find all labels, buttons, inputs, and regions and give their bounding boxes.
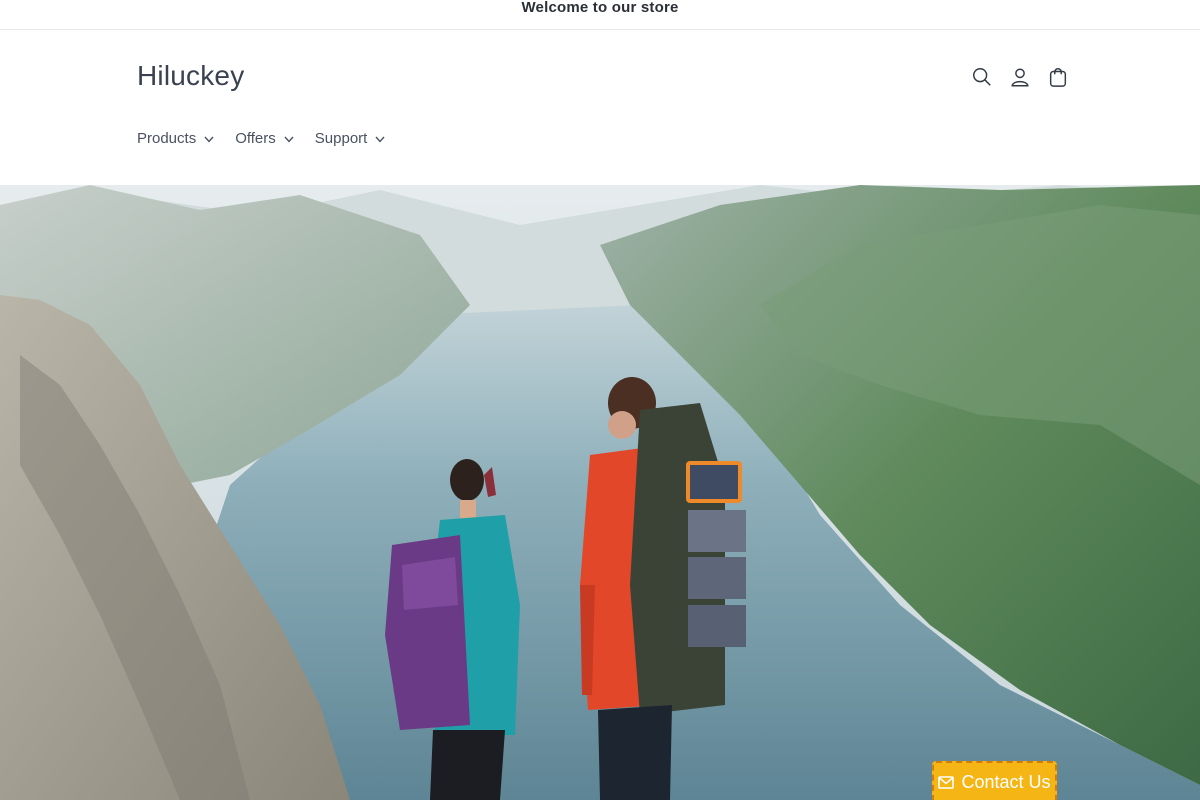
cart-button[interactable] [1046,64,1070,90]
search-icon [973,68,991,86]
chevron-down-icon [375,136,385,143]
chevron-down-icon [204,136,214,143]
header-icons [970,64,1070,90]
search-button[interactable] [970,64,994,90]
nav-item-label: Support [314,130,368,147]
announcement-bar: Welcome to our store [0,0,1200,30]
announcement-text: Welcome to our store [521,0,679,16]
nav-item-products[interactable]: Products [137,130,214,147]
cart-icon [1049,68,1067,87]
envelope-icon [938,775,955,789]
account-button[interactable] [1008,64,1032,90]
nav-item-offers[interactable]: Offers [235,130,294,147]
contact-us-label: Contact Us [961,771,1051,792]
store-logo[interactable]: Hiluckey [137,60,244,92]
hikers-fjord-image [0,185,1200,800]
nav-item-label: Offers [235,130,276,147]
nav-item-label: Products [137,130,197,147]
contact-us-button[interactable]: Contact Us [932,761,1057,800]
hero-banner[interactable] [0,185,1200,800]
chevron-down-icon [284,136,294,143]
site-header: Hiluckey Products Offers Support [0,30,1200,185]
main-navigation: Products Offers Support [137,130,385,147]
user-icon [1011,68,1029,87]
nav-item-support[interactable]: Support [315,130,386,147]
